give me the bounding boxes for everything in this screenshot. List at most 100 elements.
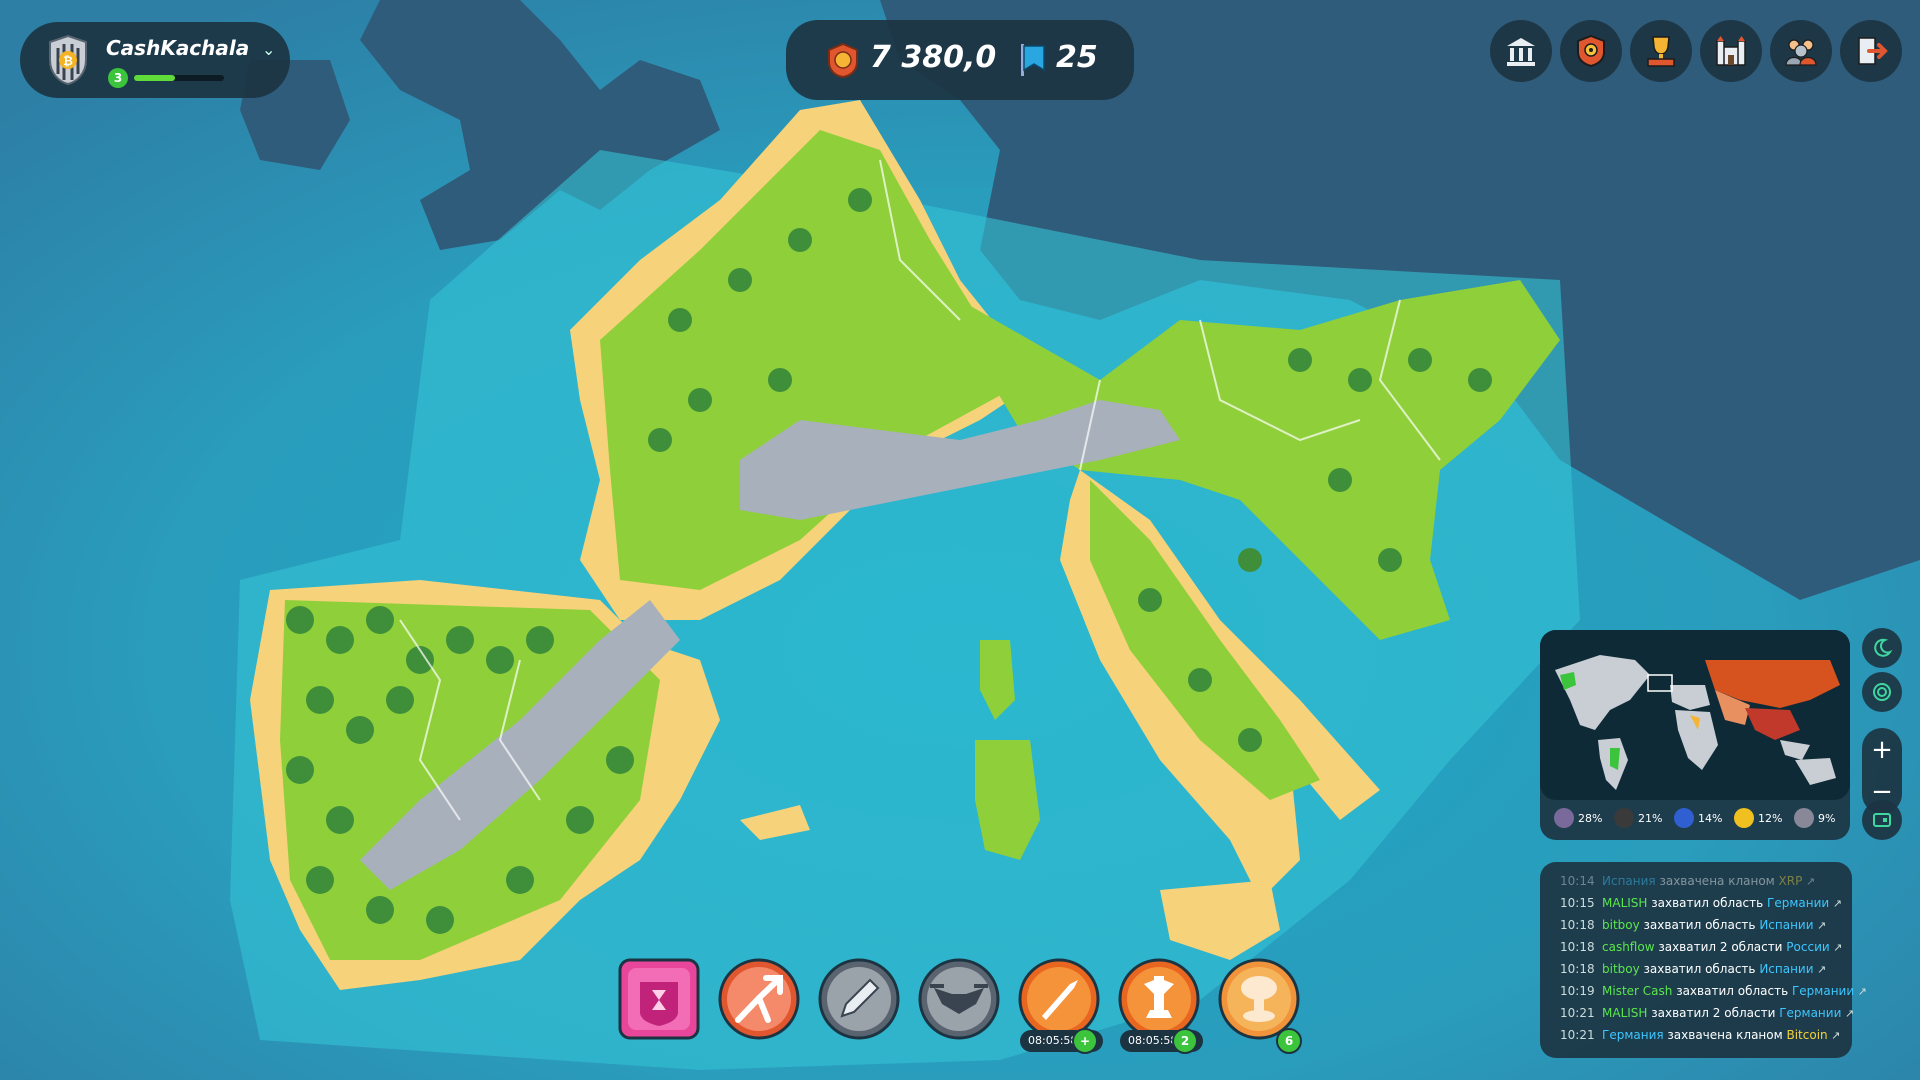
log-region[interactable]: Испании bbox=[1759, 918, 1813, 932]
log-time: 10:18 bbox=[1560, 940, 1595, 954]
split-arrows-icon bbox=[718, 958, 800, 1040]
log-row: 10:21 Германия захвачена кланом Bitcoin ↗ bbox=[1560, 1028, 1840, 1048]
log-player[interactable]: MALISH bbox=[1602, 1006, 1647, 1020]
moon-icon bbox=[1874, 638, 1893, 657]
leaderboard-button[interactable] bbox=[1630, 20, 1692, 82]
log-region[interactable]: Германии bbox=[1779, 1006, 1841, 1020]
xp-progress-bar bbox=[134, 75, 224, 81]
resources-panel: 7 380,0 25 bbox=[786, 20, 1134, 100]
litecoin-icon bbox=[1674, 808, 1694, 828]
army-button[interactable] bbox=[1770, 20, 1832, 82]
log-player[interactable]: Mister Cash bbox=[1602, 984, 1672, 998]
banners-value: 25 bbox=[1056, 40, 1098, 75]
zoom-in-button[interactable]: + bbox=[1862, 730, 1902, 770]
external-link-icon[interactable]: ↗ bbox=[1814, 919, 1826, 932]
external-link-icon[interactable]: ↗ bbox=[1841, 1007, 1854, 1020]
external-link-icon[interactable]: ↗ bbox=[1829, 897, 1842, 910]
external-link-icon[interactable]: ↗ bbox=[1828, 1029, 1840, 1042]
log-time: 10:19 bbox=[1560, 984, 1595, 998]
external-link-icon[interactable]: ↗ bbox=[1802, 875, 1815, 888]
svg-text:₿: ₿ bbox=[63, 54, 73, 68]
missile-add-badge[interactable]: + bbox=[1072, 1028, 1098, 1054]
log-time: 10:21 bbox=[1560, 1006, 1595, 1020]
player-level-badge: 3 bbox=[108, 68, 128, 88]
log-region[interactable]: Германия bbox=[1602, 1028, 1664, 1042]
world-minimap[interactable] bbox=[1540, 630, 1850, 800]
external-link-icon[interactable]: ↗ bbox=[1830, 941, 1842, 954]
log-region[interactable]: России bbox=[1786, 940, 1829, 954]
minimap[interactable]: 28% 21% 14% 12% 9% bbox=[1540, 630, 1850, 840]
drone-icon bbox=[918, 958, 1000, 1040]
exit-icon bbox=[1858, 37, 1888, 65]
litecoin-pct: 14% bbox=[1698, 812, 1723, 825]
bank-icon bbox=[1507, 38, 1535, 66]
ethereum-pct: 21% bbox=[1638, 812, 1663, 825]
pencil-icon bbox=[818, 958, 900, 1040]
log-clan[interactable]: XRP bbox=[1779, 874, 1803, 888]
log-row: 10:18 bitboy захватил область Испании ↗ bbox=[1560, 962, 1826, 982]
trophy-icon bbox=[1647, 36, 1675, 67]
log-clan[interactable]: Bitcoin bbox=[1786, 1028, 1827, 1042]
shield-timer-action[interactable] bbox=[618, 958, 700, 1040]
log-time: 10:14 bbox=[1560, 874, 1595, 888]
log-text: захвачена кланом bbox=[1655, 874, 1779, 888]
log-region[interactable]: Германии bbox=[1792, 984, 1854, 998]
chevron-down-icon[interactable]: ⌄ bbox=[262, 40, 275, 59]
logout-button[interactable] bbox=[1840, 20, 1902, 82]
log-row: 10:14 Испания захвачена кланом XRP ↗ bbox=[1560, 874, 1815, 894]
map-frame-icon bbox=[1873, 813, 1891, 827]
drone-action[interactable] bbox=[918, 958, 1000, 1040]
log-region[interactable]: Испании bbox=[1759, 962, 1813, 976]
clan-button[interactable] bbox=[1560, 20, 1622, 82]
log-text: захватил область bbox=[1672, 984, 1792, 998]
log-time: 10:15 bbox=[1560, 896, 1595, 910]
log-player[interactable]: MALISH bbox=[1602, 896, 1647, 910]
log-player[interactable]: bitboy bbox=[1602, 918, 1640, 932]
log-text: захватил область bbox=[1639, 918, 1760, 932]
coin-a-icon bbox=[1554, 808, 1574, 828]
log-text: захватил 2 области bbox=[1654, 940, 1787, 954]
log-player[interactable]: bitboy bbox=[1602, 962, 1640, 976]
hourglass-shield-icon bbox=[618, 958, 700, 1040]
rocket-count-badge: 2 bbox=[1172, 1028, 1198, 1054]
log-player[interactable]: cashflow bbox=[1602, 940, 1655, 954]
xrp-icon bbox=[1794, 808, 1814, 828]
warriors-icon bbox=[1785, 39, 1817, 66]
shield-gear-icon bbox=[1577, 34, 1605, 68]
night-mode-button[interactable] bbox=[1862, 628, 1902, 668]
external-link-icon[interactable]: ↗ bbox=[1854, 985, 1867, 998]
xrp-pct: 9% bbox=[1818, 812, 1836, 825]
nuke-count-badge: 6 bbox=[1276, 1028, 1302, 1054]
log-row: 10:21 MALISH захватил 2 области Германии … bbox=[1560, 1006, 1854, 1026]
log-text: захватил область bbox=[1647, 896, 1768, 910]
gold-coin-pct: 12% bbox=[1758, 812, 1783, 825]
split-attack-action[interactable] bbox=[718, 958, 800, 1040]
log-time: 10:18 bbox=[1560, 962, 1595, 976]
log-row: 10:19 Mister Cash захватил область Герман… bbox=[1560, 984, 1867, 1004]
edit-action[interactable] bbox=[818, 958, 900, 1040]
log-row: 10:18 cashflow захватил 2 области России … bbox=[1560, 940, 1842, 960]
event-log[interactable]: 10:14 Испания захвачена кланом XRP ↗ 10:15… bbox=[1540, 862, 1867, 1058]
castle-icon bbox=[1716, 36, 1746, 66]
log-row: 10:15 MALISH захватил область Германии ↗ bbox=[1560, 896, 1842, 916]
coin-a-pct: 28% bbox=[1578, 812, 1603, 825]
banner-resource-icon bbox=[1021, 44, 1045, 76]
gold-coin-icon bbox=[1734, 808, 1754, 828]
external-link-icon[interactable]: ↗ bbox=[1814, 963, 1826, 976]
log-region[interactable]: Германии bbox=[1767, 896, 1829, 910]
log-time: 10:21 bbox=[1560, 1028, 1595, 1042]
log-text: захватил область bbox=[1639, 962, 1760, 976]
coin-resource-icon bbox=[828, 42, 858, 78]
bank-button[interactable] bbox=[1490, 20, 1552, 82]
map-toggle-button[interactable] bbox=[1862, 800, 1902, 840]
log-region[interactable]: Испания bbox=[1602, 874, 1656, 888]
radar-button[interactable] bbox=[1862, 672, 1902, 712]
player-panel[interactable]: ₿ CashKachala ⌄ 3 bbox=[20, 22, 290, 98]
log-text: захватил 2 области bbox=[1647, 1006, 1780, 1020]
log-text: захвачена кланом bbox=[1663, 1028, 1787, 1042]
castle-button[interactable] bbox=[1700, 20, 1762, 82]
coins-value: 7 380,0 bbox=[870, 40, 997, 75]
log-row: 10:18 bitboy захватил область Испании ↗ bbox=[1560, 918, 1826, 938]
radar-icon bbox=[1873, 683, 1891, 701]
log-time: 10:18 bbox=[1560, 918, 1595, 932]
